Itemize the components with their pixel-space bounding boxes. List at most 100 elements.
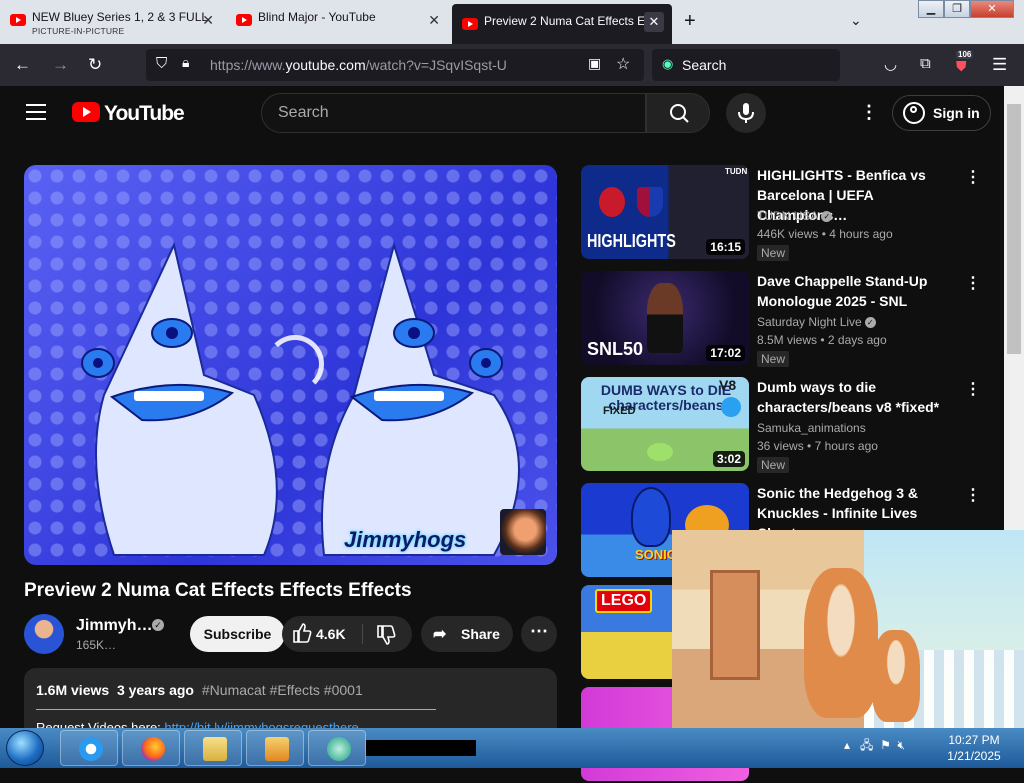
close-window-button[interactable]: ✕ <box>970 0 1014 18</box>
system-tray: ▴ 🖧︎ ⚑ 🔇︎ <box>844 736 905 757</box>
address-bar[interactable]: ⛉ 🔒︎ https://www.youtube.com/watch?v=JSq… <box>146 49 644 81</box>
tracking-shield-icon[interactable]: ⛉ <box>156 55 167 72</box>
app-button[interactable] <box>308 730 366 766</box>
channel-avatar[interactable] <box>24 614 64 654</box>
youtube-favicon-icon <box>462 18 478 30</box>
like-thumb-icon[interactable] <box>286 616 316 652</box>
thumbnail-text: SNL50 <box>587 339 644 359</box>
share-button[interactable]: ➦ Share <box>421 616 513 652</box>
video-player[interactable]: Jimmyhogs <box>24 165 557 565</box>
youtube-wordmark[interactable]: YouTube <box>104 102 185 126</box>
video-thumbnail[interactable]: SNL50 17:02 <box>581 271 749 365</box>
recommendation-item[interactable]: HIGHLIGHTS TUDN 16:15 HIGHLIGHTS - Benfi… <box>581 165 991 261</box>
youtube-search-button[interactable] <box>646 93 710 133</box>
media-player-icon <box>265 737 289 761</box>
firefox-button[interactable] <box>122 730 180 766</box>
subscribe-button[interactable]: Subscribe <box>190 616 285 652</box>
recommendation-title[interactable]: Dumb ways to die characters/beans v8 *fi… <box>757 377 957 417</box>
file-explorer-button[interactable] <box>184 730 242 766</box>
menu-icon[interactable]: ☰ <box>992 55 1007 75</box>
recommendation-title[interactable]: Dave Chappelle Stand-Up Monologue 2025 -… <box>757 271 957 311</box>
youtube-search-box[interactable] <box>261 93 646 133</box>
windows-taskbar: ▴ 🖧︎ ⚑ 🔇︎ 10:27 PM 1/21/2025 <box>0 728 1024 768</box>
thumbnail-fixed-text: FIXED <box>603 405 636 417</box>
back-icon[interactable]: ← <box>14 55 31 75</box>
new-tab-icon[interactable]: + <box>684 10 696 33</box>
close-tab-icon[interactable]: ✕ <box>202 12 214 29</box>
close-tab-icon[interactable]: ✕ <box>644 12 664 32</box>
video-duration: 16:15 <box>706 239 745 255</box>
search-icon <box>670 104 689 123</box>
forward-icon[interactable]: → <box>52 55 69 75</box>
firefox-icon <box>141 737 165 761</box>
reader-view-icon[interactable]: ▣ <box>588 55 601 72</box>
guide-menu-icon[interactable] <box>26 104 46 120</box>
more-actions-button[interactable]: ⋯ <box>521 616 557 652</box>
recommendation-channel[interactable]: Samuka_animations <box>757 421 866 435</box>
sign-in-button[interactable]: Sign in <box>892 95 991 131</box>
folder-icon <box>203 737 227 761</box>
recommendation-channel[interactable]: TUDN USA ✓ <box>757 209 833 223</box>
dislike-thumb-icon[interactable] <box>370 616 400 652</box>
extension-badge: 106 <box>956 50 974 59</box>
action-center-flag-icon[interactable]: ⚑ <box>880 738 891 752</box>
internet-explorer-button[interactable] <box>60 730 118 766</box>
bookmark-star-icon[interactable]: ☆ <box>616 54 630 74</box>
volume-muted-icon[interactable]: 🔇︎ <box>898 738 906 752</box>
scrollbar-thumb[interactable] <box>1007 104 1021 354</box>
upload-age: 3 years ago <box>116 682 194 698</box>
start-button[interactable] <box>6 730 44 766</box>
description-divider <box>36 709 436 710</box>
recommendation-channel[interactable]: Saturday Night Live ✓ <box>757 315 876 329</box>
more-options-icon[interactable]: ⋮ <box>965 273 981 293</box>
taskbar-clock[interactable]: 10:27 PM 1/21/2025 <box>936 732 1012 764</box>
network-icon[interactable]: 🖧︎ <box>860 738 873 752</box>
close-tab-icon[interactable]: ✕ <box>428 12 440 29</box>
new-badge: New <box>757 245 790 261</box>
loading-spinner-icon <box>266 335 324 393</box>
lock-icon[interactable]: 🔒︎ <box>182 54 189 71</box>
browser-search-field[interactable]: ◉ Search <box>652 49 840 81</box>
show-hidden-icons[interactable]: ▴ <box>844 738 850 752</box>
list-all-tabs-icon[interactable]: ⌄ <box>850 12 862 29</box>
video-thumbnail[interactable]: HIGHLIGHTS TUDN 16:15 <box>581 165 749 259</box>
more-options-icon[interactable]: ⋮ <box>965 485 981 505</box>
youtube-favicon-icon <box>236 14 252 26</box>
new-badge: New <box>757 351 790 367</box>
search-field-label: Search <box>682 57 727 73</box>
restore-window-button[interactable]: ❐ <box>944 0 970 18</box>
like-count[interactable]: 4.6K <box>316 626 346 642</box>
view-count: 1.6M views <box>36 682 110 698</box>
recommendation-meta: 8.5M views • 2 days ago <box>757 333 887 347</box>
youtube-logo-icon[interactable] <box>72 102 100 122</box>
app-globe-icon <box>327 737 351 761</box>
browser-tab-bluey[interactable]: NEW Bluey Series 1, 2 & 3 FULL PICTURE-I… <box>0 0 222 44</box>
pocket-icon[interactable]: ◡ <box>884 55 897 73</box>
new-badge: New <box>757 457 790 473</box>
voice-search-button[interactable] <box>726 93 766 133</box>
recommendation-item[interactable]: SNL50 17:02 Dave Chappelle Stand-Up Mono… <box>581 271 991 367</box>
thumbnail-tag: V8 <box>719 377 737 393</box>
minimize-window-button[interactable]: ▁ <box>918 0 944 18</box>
clock-time: 10:27 PM <box>948 733 1000 747</box>
channel-name[interactable]: Jimmyh… <box>76 617 152 635</box>
browser-tab-active[interactable]: Preview 2 Numa Cat Effects Ef ✕ <box>452 4 672 44</box>
hashtags[interactable]: #Numacat #Effects #0001 <box>202 682 363 698</box>
clock-date: 1/21/2025 <box>947 749 1001 763</box>
more-options-icon[interactable]: ⋮ <box>965 379 981 399</box>
share-arrow-icon: ➦ <box>433 626 447 643</box>
bean-character-icon <box>647 443 673 461</box>
recommendation-item[interactable]: DUMB WAYS to DIE characters/beans V8 FIX… <box>581 377 991 473</box>
settings-more-icon[interactable]: ⋮ <box>860 102 878 123</box>
reload-icon[interactable]: ↻ <box>88 55 102 75</box>
verified-check-icon: ✓ <box>152 619 164 631</box>
extensions-icon[interactable]: ⧉ <box>920 55 931 72</box>
more-options-icon[interactable]: ⋮ <box>965 167 981 187</box>
tab-pip-subtitle: PICTURE-IN-PICTURE <box>32 26 125 36</box>
picture-in-picture-window[interactable] <box>672 530 1024 728</box>
video-thumbnail[interactable]: DUMB WAYS to DIE characters/beans V8 FIX… <box>581 377 749 471</box>
youtube-search-input[interactable] <box>278 104 618 122</box>
media-player-button[interactable] <box>246 730 304 766</box>
browser-tab-blind-major[interactable]: Blind Major - YouTube ✕ <box>226 0 448 44</box>
ublock-icon[interactable]: ⛊ <box>956 58 967 75</box>
